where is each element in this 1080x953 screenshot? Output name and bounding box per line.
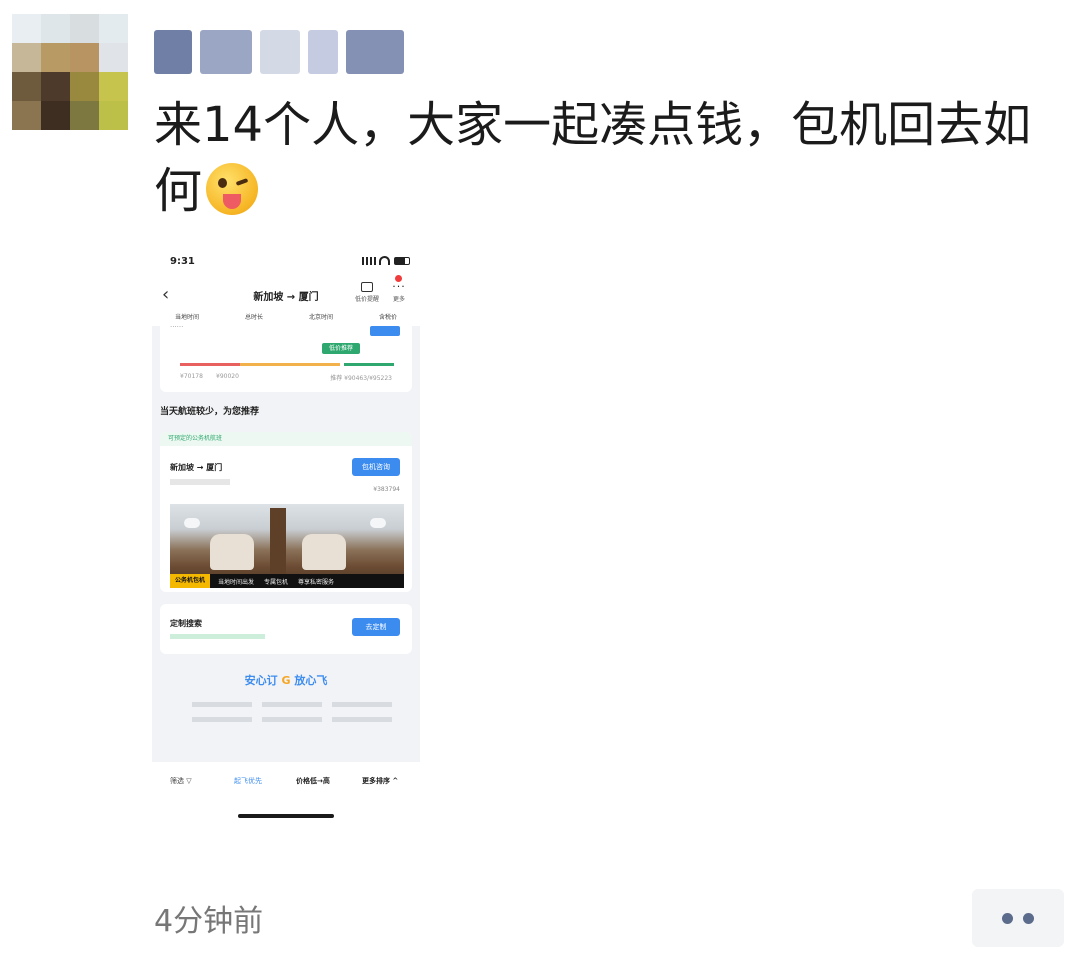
cabin-badge: 公务机包机 <box>170 574 211 588</box>
alert-icon <box>361 282 373 292</box>
price-trend-text: ······ <box>170 323 184 331</box>
promo-left: 安心订 <box>244 674 278 687</box>
price-mid: ¥90020 <box>216 373 239 380</box>
cabin-seat <box>302 534 346 570</box>
signal-icon <box>362 257 376 265</box>
jet-price: ¥383794 <box>373 486 400 493</box>
cabin-tag: 尊享私密服务 <box>298 578 335 586</box>
promo-logo-icon: G <box>281 674 291 687</box>
more-sort-button: 更多排序 ^ <box>362 777 399 785</box>
jet-cabin-image: 公务机包机 当地时间出发 专属包机 尊享私密服务 <box>170 504 404 588</box>
more-dots-icon: ··· <box>392 280 406 293</box>
post-time: 4分钟前 <box>154 904 264 939</box>
cabin-tag: 专属包机 <box>264 578 289 586</box>
price-sort-button: 价格低→高 <box>296 777 330 785</box>
promo-feature <box>192 717 252 722</box>
more-dot-icon <box>1002 912 1013 924</box>
price-bar-red <box>180 363 240 366</box>
private-jet-card: 可预定的公务机航班 新加坡 → 厦门 包机咨询 ¥383794 公务机包机 当地… <box>160 432 412 592</box>
jet-tag: 可预定的公务机航班 <box>160 432 412 446</box>
promo-feature <box>192 702 252 707</box>
charter-consult-button: 包机咨询 <box>352 458 400 476</box>
status-bar: 9:31 <box>152 242 420 280</box>
cabin-caption-strip: 公务机包机 当地时间出发 专属包机 尊享私密服务 <box>170 574 404 588</box>
price-bar-orange <box>240 363 340 366</box>
promo-feature <box>262 702 322 707</box>
winking-tongue-emoji-icon <box>206 163 259 215</box>
post-text: 来14个人，大家一起凑点钱，包机回去如 何 <box>154 92 1064 224</box>
cabin-seat <box>210 534 254 570</box>
tab-duration: 总时长 <box>244 314 263 321</box>
attached-screenshot[interactable]: 9:31 ‹ 新加坡 → 厦门 低价提醒 ··· 更多 当地时间 总时长 北京时… <box>152 242 420 822</box>
promo-feature <box>262 717 322 722</box>
price-trend-card: ······ 低价推荐 ¥70178 ¥90020 推荐 ¥90463/¥952… <box>160 323 412 392</box>
tab-price: 含税价 <box>378 314 397 321</box>
post-text-line1: 来14个人，大家一起凑点钱，包机回去如 <box>154 97 1032 153</box>
cabin-tag: 当地时间出发 <box>218 578 255 586</box>
price-trend-button <box>370 326 400 336</box>
wifi-icon <box>379 256 390 265</box>
custom-search-subtitle <box>170 634 265 639</box>
price-low: ¥70178 <box>180 373 203 380</box>
price-high: 推荐 ¥90463/¥95223 <box>330 375 392 382</box>
cabin-window <box>184 518 200 528</box>
nav-bar: ‹ 新加坡 → 厦门 低价提醒 ··· 更多 <box>152 275 420 312</box>
home-indicator <box>238 814 334 818</box>
custom-search-title: 定制搜索 <box>170 619 202 628</box>
recommend-heading: 当天航班较少，为您推荐 <box>160 407 260 417</box>
more-action: ··· 更多 <box>388 275 410 303</box>
more-label: 更多 <box>392 296 405 303</box>
post-text-line2-text: 何 <box>154 163 203 219</box>
jet-route: 新加坡 → 厦门 <box>170 463 223 472</box>
jet-subtitle <box>170 479 230 485</box>
promo-features <box>192 702 392 722</box>
post-text-line2: 何 <box>154 158 1064 224</box>
promo-right: 放心飞 <box>294 674 328 687</box>
notification-dot <box>395 275 402 282</box>
departure-first-button: 起飞优先 <box>234 777 262 785</box>
customize-button: 去定制 <box>352 618 400 636</box>
filter-button: 筛选 ▽ <box>170 777 192 785</box>
price-alert-action: 低价提醒 <box>352 282 382 303</box>
comment-like-button[interactable] <box>972 889 1064 947</box>
price-alert-label: 低价提醒 <box>354 296 379 303</box>
promo-feature <box>332 717 392 722</box>
low-price-badge: 低价推荐 <box>322 343 360 354</box>
custom-search-card: 定制搜索 去定制 <box>160 604 412 654</box>
cabin-window <box>370 518 386 528</box>
tab-beijing-time: 北京时间 <box>308 314 333 321</box>
promo-slogan: 安心订 G 放心飞 <box>152 672 420 688</box>
price-bar-green <box>344 363 394 366</box>
more-dot-icon <box>1023 912 1034 924</box>
status-time: 9:31 <box>170 256 195 267</box>
battery-icon <box>394 257 410 265</box>
bottom-sort-bar: 筛选 ▽ 起飞优先 价格低→高 更多排序 ^ <box>152 762 420 822</box>
avatar[interactable] <box>12 14 128 130</box>
username-blurred[interactable] <box>154 26 404 78</box>
promo-feature <box>332 702 392 707</box>
sort-tabs: 当地时间 总时长 北京时间 含税价 <box>152 312 420 326</box>
